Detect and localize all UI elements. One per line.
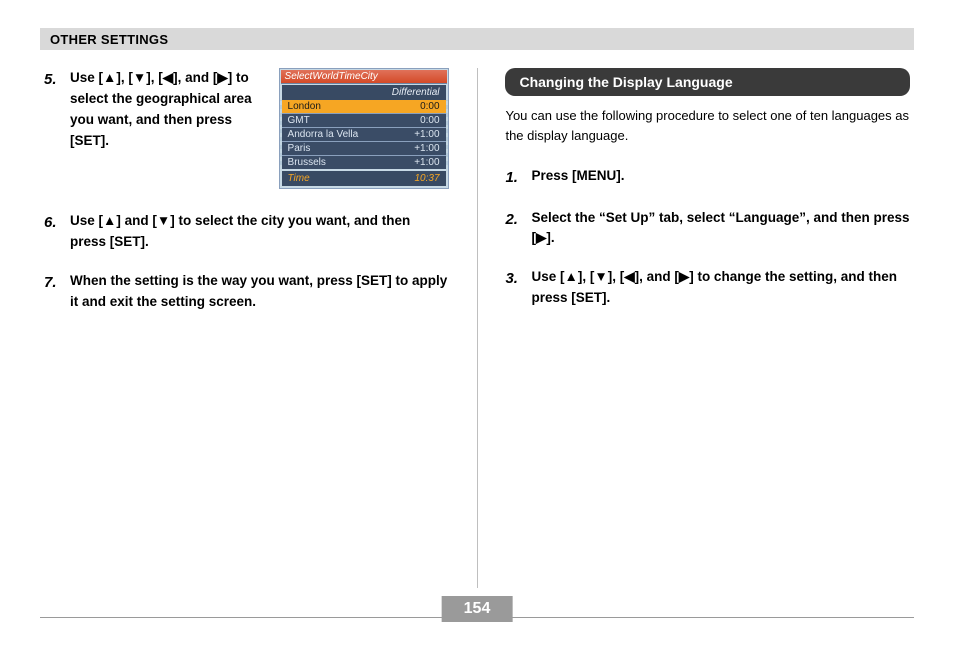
- column-divider: [477, 68, 478, 588]
- step-7: 7. When the setting is the way you want,…: [44, 271, 449, 313]
- screenshot-footer: Time 10:37: [282, 171, 446, 186]
- step-number: 5.: [44, 68, 62, 152]
- city-name: Paris: [288, 143, 311, 154]
- page-footer: 154: [40, 617, 914, 618]
- step-text: Select the “Set Up” tab, select “Languag…: [531, 208, 910, 250]
- footer-label: Time: [288, 173, 310, 184]
- step-3: 3. Use [▲], [▼], [◀], and [▶] to change …: [505, 267, 910, 309]
- city-diff: +1:00: [414, 157, 439, 168]
- step-text: Use [▲], [▼], [◀], and [▶] to change the…: [531, 267, 910, 309]
- step-6: 6. Use [▲] and [▼] to select the city yo…: [44, 211, 449, 253]
- screenshot-row: GMT 0:00: [282, 113, 446, 127]
- right-column: Changing the Display Language You can us…: [501, 68, 914, 588]
- city-diff: 0:00: [420, 115, 439, 126]
- section-header: OTHER SETTINGS: [40, 28, 914, 50]
- city-name: GMT: [288, 115, 310, 126]
- step-2: 2. Select the “Set Up” tab, select “Lang…: [505, 208, 910, 250]
- content-columns: 5. Use [▲], [▼], [◀], and [▶] to select …: [40, 68, 914, 588]
- screenshot-subtitle: Differential: [282, 85, 446, 100]
- section-intro: You can use the following procedure to s…: [505, 106, 910, 146]
- section-heading: Changing the Display Language: [505, 68, 910, 96]
- page-number-badge: 154: [442, 596, 513, 622]
- step-text: Use [▲], [▼], [◀], and [▶] to select the…: [70, 68, 265, 152]
- city-diff: +1:00: [414, 129, 439, 140]
- step-text: When the setting is the way you want, pr…: [70, 271, 449, 313]
- screenshot-row: Andorra la Vella +1:00: [282, 127, 446, 141]
- manual-page: OTHER SETTINGS 5. Use [▲], [▼], [◀], and…: [0, 0, 954, 646]
- step-number: 3.: [505, 267, 523, 309]
- screenshot-row: London 0:00: [282, 100, 446, 113]
- step-text: Press [MENU].: [531, 166, 624, 189]
- city-diff: +1:00: [414, 143, 439, 154]
- screenshot-row: Paris +1:00: [282, 141, 446, 155]
- step-text: Use [▲] and [▼] to select the city you w…: [70, 211, 449, 253]
- city-diff: 0:00: [420, 101, 439, 112]
- screenshot-title: SelectWorldTimeCity: [281, 70, 447, 84]
- screenshot-row: Brussels +1:00: [282, 155, 446, 169]
- step-5-row: 5. Use [▲], [▼], [◀], and [▶] to select …: [44, 68, 449, 189]
- footer-value: 10:37: [415, 173, 440, 184]
- step-number: 2.: [505, 208, 523, 250]
- step-number: 1.: [505, 166, 523, 189]
- city-name: Andorra la Vella: [288, 129, 359, 140]
- screenshot-list: London 0:00 GMT 0:00 Andorra la Vella +1…: [280, 100, 448, 169]
- city-name: Brussels: [288, 157, 326, 168]
- left-column: 5. Use [▲], [▼], [◀], and [▶] to select …: [40, 68, 453, 588]
- step-number: 7.: [44, 271, 62, 313]
- step-5: 5. Use [▲], [▼], [◀], and [▶] to select …: [44, 68, 265, 152]
- step-1: 1. Press [MENU].: [505, 166, 910, 189]
- camera-screenshot: SelectWorldTimeCity Differential London …: [279, 68, 449, 189]
- step-number: 6.: [44, 211, 62, 253]
- city-name: London: [288, 101, 321, 112]
